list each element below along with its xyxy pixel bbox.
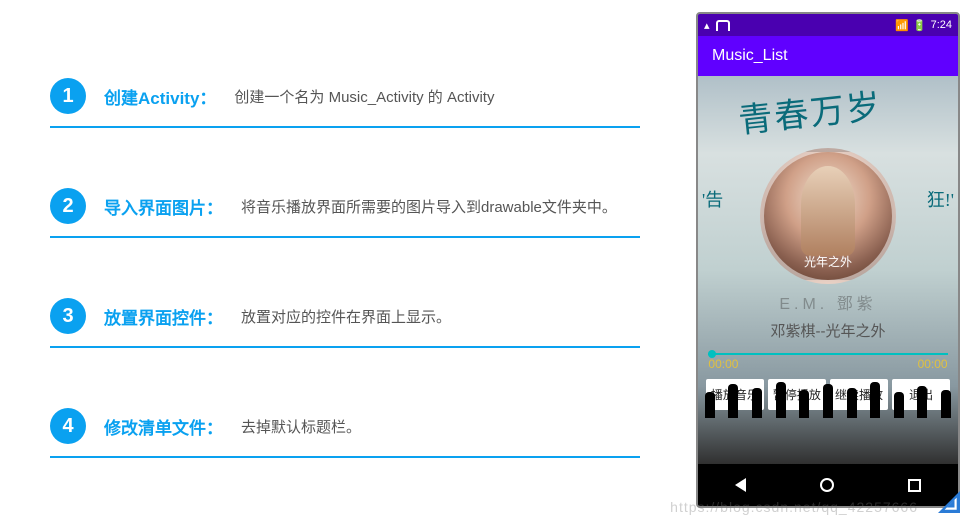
album-text: 光年之外	[804, 253, 852, 270]
step-desc: 去掉默认标题栏。	[241, 416, 361, 437]
step-title: 创建Activity：	[104, 84, 216, 109]
album-art: 光年之外	[760, 148, 896, 284]
step-row: 2 导入界面图片： 将音乐播放界面所需要的图片导入到drawable文件夹中。	[50, 188, 640, 238]
status-bar: ▴ 📶 🔋 7:24	[698, 14, 958, 36]
step-desc: 将音乐播放界面所需要的图片导入到drawable文件夹中。	[241, 196, 617, 217]
step-desc: 放置对应的控件在界面上显示。	[241, 306, 451, 327]
song-title: 邓紫棋--光年之外	[771, 320, 886, 341]
app-title: Music_List	[712, 47, 788, 65]
watermark: https://blog.csdn.net/qq_42257666	[670, 499, 918, 515]
progress-bar[interactable]	[708, 353, 947, 355]
background-scribble-left: '告	[702, 186, 723, 212]
artist-name-faded: E.M. 鄧紫	[779, 290, 876, 314]
background-scribble: 青春万岁	[736, 79, 884, 143]
recent-icon[interactable]	[908, 479, 921, 492]
app-bar: Music_List	[698, 36, 958, 76]
progress-area: 00:00 00:00	[708, 353, 947, 371]
step-desc: 创建一个名为 Music_Activity 的 Activity	[234, 86, 494, 107]
player-screen: 青春万岁 '告 狂!' 光年之外 E.M. 鄧紫 邓紫棋--光年之外 00:00…	[698, 76, 958, 464]
step-row: 1 创建Activity： 创建一个名为 Music_Activity 的 Ac…	[50, 78, 640, 128]
signal-icon: 📶	[895, 19, 909, 32]
step-number-badge: 1	[50, 78, 86, 114]
step-number-badge: 2	[50, 188, 86, 224]
back-icon[interactable]	[735, 478, 746, 492]
status-time: 7:24	[931, 19, 952, 31]
n-icon	[716, 20, 730, 31]
home-icon[interactable]	[820, 478, 834, 492]
step-title: 修改清单文件：	[104, 414, 223, 439]
background-scribble-right: 狂!'	[927, 186, 954, 212]
steps-panel: 1 创建Activity： 创建一个名为 Music_Activity 的 Ac…	[0, 0, 696, 521]
step-row: 3 放置界面控件： 放置对应的控件在界面上显示。	[50, 298, 640, 348]
phone-mockup: ▴ 📶 🔋 7:24 Music_List 青春万岁 '告 狂!' 光年之外 E…	[696, 12, 960, 508]
time-total: 00:00	[918, 357, 948, 371]
android-icon: ▴	[704, 19, 710, 32]
corner-arrow-icon	[938, 491, 960, 513]
battery-icon: 🔋	[913, 19, 927, 32]
step-number-badge: 4	[50, 408, 86, 444]
step-number-badge: 3	[50, 298, 86, 334]
artist-figure	[801, 166, 855, 256]
crowd-silhouette	[698, 378, 958, 418]
step-row: 4 修改清单文件： 去掉默认标题栏。	[50, 408, 640, 458]
step-title: 放置界面控件：	[104, 304, 223, 329]
time-elapsed: 00:00	[708, 357, 738, 371]
step-title: 导入界面图片：	[104, 194, 223, 219]
